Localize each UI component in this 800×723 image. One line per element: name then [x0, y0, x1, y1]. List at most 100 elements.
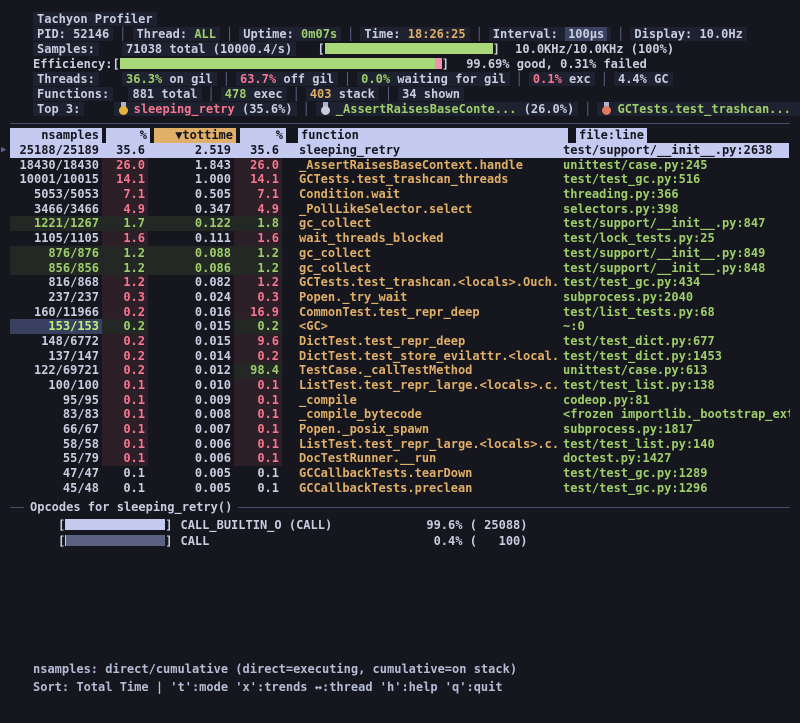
file-line-cell: selectors.py:398 — [560, 202, 790, 217]
tottime-cell: 0.505 — [148, 187, 234, 202]
samples-rate: 10.0KHz/10.0KHz (100%) — [515, 42, 674, 56]
pct-direct-cell: 1.2 — [102, 246, 148, 261]
function-cell: GCCallbackTests.tearDown — [296, 466, 560, 481]
table-row[interactable]: 45/480.10.0050.1GCCallbackTests.preclean… — [10, 481, 790, 496]
separator: │ — [223, 72, 230, 86]
opcode-bar-open-bracket: [ — [58, 518, 65, 532]
column-header-tottime-sorted[interactable]: ▼tottime — [154, 128, 236, 143]
functions-label: Functions: — [33, 87, 113, 101]
file-line-cell: doctest.py:1427 — [560, 451, 790, 466]
table-row[interactable]: 18430/1843026.01.84326.0_AssertRaisesBas… — [10, 158, 790, 173]
file-line-cell: unittest/case.py:613 — [560, 363, 790, 378]
table-row[interactable]: 1105/11051.60.1111.6wait_threads_blocked… — [10, 231, 790, 246]
file-line-cell: <frozen importlib._bootstrap_externa — [560, 407, 790, 422]
app-title: Tachyon Profiler — [33, 12, 157, 26]
pct-direct-cell: 0.2 — [102, 305, 148, 320]
opcode-bar — [65, 535, 165, 546]
table-row[interactable]: 1221/12671.70.1221.8gc_collecttest/suppo… — [10, 216, 790, 231]
column-header-pct-cumulative[interactable]: % — [240, 128, 286, 143]
tottime-cell: 0.006 — [148, 437, 234, 452]
tottime-cell: 0.111 — [148, 231, 234, 246]
table-row[interactable]: 122/697210.20.01298.4TestCase._callTestM… — [10, 363, 790, 378]
column-header-nsamples[interactable]: nsamples — [10, 128, 102, 143]
function-cell: CommonTest.test_repr_deep — [296, 305, 560, 320]
pct-direct-cell: 35.6 — [102, 143, 148, 158]
table-row[interactable]: 55/790.10.0060.1DocTestRunner.__rundocte… — [10, 451, 790, 466]
table-row[interactable]: 58/580.10.0060.1ListTest.test_repr_large… — [10, 437, 790, 452]
function-cell: Condition.wait — [296, 187, 560, 202]
tottime-cell: 0.024 — [148, 290, 234, 305]
tottime-cell: 0.008 — [148, 407, 234, 422]
samples-label: Samples: — [33, 42, 99, 56]
threads-off-gil: 63.7% off gil — [236, 72, 338, 86]
pct-direct-cell: 0.1 — [102, 407, 148, 422]
functions-total-label: total — [161, 87, 197, 101]
table-row[interactable]: 816/8681.20.0821.2GCTests.test_trashcan.… — [10, 275, 790, 290]
nsamples-cell: 122/69721 — [10, 363, 102, 378]
pct-cumulative-cell: 1.8 — [234, 216, 282, 231]
pct-direct-cell: 0.1 — [102, 481, 148, 496]
functions-shown-value: 34 — [402, 87, 416, 101]
separator: │ — [303, 102, 310, 116]
opcode-pct: 99.6% — [412, 517, 462, 533]
file-line-cell: test/test_dict.py:1453 — [560, 349, 790, 364]
pct-direct-cell: 0.2 — [102, 334, 148, 349]
table-row[interactable]: 83/830.10.0080.1_compile_bytecode<frozen… — [10, 407, 790, 422]
table-row[interactable]: 137/1470.20.0140.2DictTest.test_store_ev… — [10, 349, 790, 364]
table-row[interactable]: 95/950.10.0090.1_compilecodeop.py:81 — [10, 393, 790, 408]
functions-stack-value: 403 — [310, 87, 332, 101]
nsamples-cell: 137/147 — [10, 349, 102, 364]
table-row[interactable]: 5053/50537.10.5057.1Condition.waitthread… — [10, 187, 790, 202]
separator: │ — [119, 27, 126, 41]
column-header-pct-direct[interactable]: % — [106, 128, 150, 143]
pct-cumulative-cell: 1.2 — [234, 275, 282, 290]
samples-bar-open-bracket: [ — [317, 42, 324, 56]
functions-shown: 34 shown — [398, 87, 464, 101]
pct-cumulative-cell: 0.2 — [234, 319, 282, 334]
column-header-file-line[interactable]: file:line — [576, 128, 647, 143]
table-row[interactable]: 66/670.10.0070.1Popen._posix_spawnsubpro… — [10, 422, 790, 437]
function-cell: gc_collect — [296, 246, 560, 261]
top3-entry-2: _AssertRaisesBaseConte... (26.0%) — [316, 102, 578, 116]
thread-field[interactable]: Thread: ALL — [133, 27, 221, 41]
pct-cumulative-cell: 26.0 — [234, 158, 282, 173]
pct-direct-cell: 0.3 — [102, 290, 148, 305]
display-label: Display: — [634, 27, 692, 41]
threads-gc: 4.4% GC — [614, 72, 673, 86]
nsamples-cell: 18430/18430 — [10, 158, 102, 173]
function-cell: GCCallbackTests.preclean — [296, 481, 560, 496]
table-row[interactable]: 10001/1001514.11.00014.1GCTests.test_tra… — [10, 172, 790, 187]
samples-bar-close-bracket: ] — [493, 42, 500, 56]
waiting-gil-value: 0.0% — [361, 72, 390, 86]
efficiency-text: 99.69% good, 0.31% failed — [466, 57, 647, 71]
nsamples-cell: 1105/1105 — [10, 231, 102, 246]
table-row[interactable]: ▶25188/2518935.62.51935.6sleeping_retryt… — [10, 143, 789, 158]
table-row[interactable]: 100/1000.10.0100.1ListTest.test_repr_lar… — [10, 378, 790, 393]
table-row[interactable]: 153/1530.20.0150.2<GC>~:0 — [10, 319, 790, 334]
time-value: 18:26:25 — [408, 27, 466, 41]
efficiency-bar-open-bracket: [ — [112, 57, 119, 71]
pct-direct-cell: 1.2 — [102, 275, 148, 290]
table-row[interactable]: 237/2370.30.0240.3Popen._try_waitsubproc… — [10, 290, 790, 305]
tottime-cell: 0.005 — [148, 466, 234, 481]
function-cell: GCTests.test_trashcan_threads — [296, 172, 560, 187]
table-row[interactable]: 47/470.10.0050.1GCCallbackTests.tearDown… — [10, 466, 790, 481]
efficiency-line: Efficiency:[] 99.69% good, 0.31% failed — [33, 57, 790, 72]
functions-exec-label: exec — [254, 87, 283, 101]
table-row[interactable]: 3466/34664.90.3474.9_PollLikeSelector.se… — [10, 202, 790, 217]
functions-stack-label: stack — [339, 87, 375, 101]
threads-label: Threads: — [33, 72, 99, 86]
tottime-cell: 0.016 — [148, 305, 234, 320]
thread-label: Thread: — [137, 27, 188, 41]
pct-direct-cell: 0.2 — [102, 363, 148, 378]
table-row[interactable]: 160/119660.20.01616.9CommonTest.test_rep… — [10, 305, 790, 320]
column-header-function[interactable]: function — [298, 128, 568, 143]
table-row[interactable]: 856/8561.20.0861.2gc_collecttest/support… — [10, 261, 790, 276]
opcode-bar — [65, 519, 165, 530]
top3-label: Top 3: — [33, 102, 84, 116]
tottime-cell: 0.086 — [148, 261, 234, 276]
table-row[interactable]: 148/67720.20.0159.6DictTest.test_repr_de… — [10, 334, 790, 349]
table-row[interactable]: 876/8761.20.0881.2gc_collecttest/support… — [10, 246, 790, 261]
pct-direct-cell: 0.2 — [102, 319, 148, 334]
selected-row-pointer: ▶ — [1, 143, 6, 158]
